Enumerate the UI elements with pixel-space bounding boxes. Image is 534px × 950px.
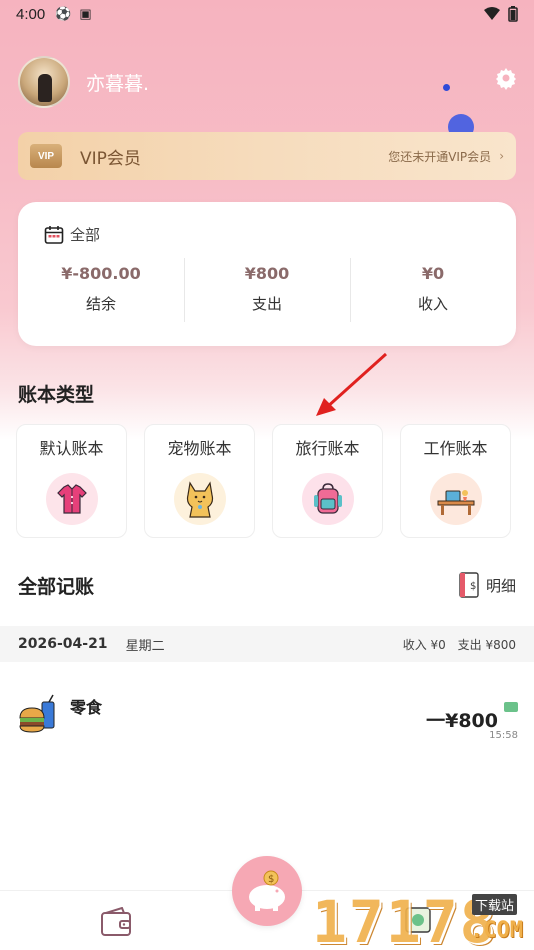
book-type-default[interactable]: 默认账本 — [16, 424, 127, 538]
soccer-ball-icon: ⚽ — [55, 6, 72, 21]
wifi-icon — [484, 7, 500, 20]
profile-section[interactable]: 亦暮暮. — [18, 56, 149, 108]
book-type-list: 默认账本 宠物账本 旅行账本 工作账本 — [16, 424, 512, 538]
watermark-tag: 下载站 — [472, 894, 518, 915]
wallet-icon[interactable] — [100, 907, 132, 937]
record-amount: 一¥800 — [426, 710, 498, 732]
day-income: 收入 ¥0 — [402, 637, 446, 652]
record-time: 15:58 — [489, 730, 518, 741]
vip-subtitle: 您还未开通VIP会员 — [388, 149, 492, 164]
chevron-right-icon: › — [499, 149, 504, 163]
add-record-button[interactable]: $ — [232, 856, 302, 926]
cat-icon — [173, 473, 226, 525]
svg-text:$: $ — [470, 581, 476, 592]
piggy-bank-icon: $ — [249, 870, 285, 911]
balance-stat: ¥-800.00 结余 — [18, 258, 184, 324]
status-time: 4:00 — [16, 5, 46, 23]
expense-label: 支出 — [251, 295, 282, 313]
balance-label: 结余 — [85, 295, 116, 313]
backpack-icon — [301, 473, 354, 525]
book-types-title: 账本类型 — [18, 384, 95, 406]
book-type-pet[interactable]: 宠物账本 — [144, 424, 255, 538]
vip-title: VIP会员 — [80, 148, 141, 169]
expense-amount: ¥800 — [244, 264, 290, 283]
period-selector[interactable]: 全部 — [44, 224, 100, 245]
day-header: 2026-04-21 星期二 收入 ¥0 支出 ¥800 — [0, 626, 534, 662]
book-type-travel[interactable]: 旅行账本 — [272, 424, 383, 538]
watermark-logo: 17178 — [312, 888, 497, 950]
record-date: 2026-04-21 — [18, 636, 108, 652]
shirt-icon — [45, 473, 98, 525]
vip-crown-icon: VIP — [30, 144, 62, 168]
expense-stat: ¥800 支出 — [184, 258, 350, 324]
watermark-domain: .COM — [470, 918, 523, 943]
calendar-icon — [44, 225, 64, 244]
battery-icon — [508, 6, 518, 22]
avatar[interactable] — [18, 56, 70, 108]
svg-text:$: $ — [268, 874, 274, 885]
desk-icon — [429, 473, 482, 525]
snack-icon — [19, 694, 55, 733]
day-expense: 支出 ¥800 — [457, 637, 516, 652]
book-type-label: 宠物账本 — [167, 439, 232, 458]
book-type-label: 工作账本 — [423, 439, 488, 458]
record-category: 零食 — [70, 698, 103, 717]
decorative-dot — [443, 84, 450, 91]
status-bar: 4:00 ⚽ ▣ — [0, 0, 534, 28]
username: 亦暮暮. — [86, 72, 150, 95]
list-item[interactable]: 零食 一¥800 15:58 — [18, 690, 518, 746]
annotation-arrow-icon — [316, 352, 388, 416]
income-amount: ¥0 — [421, 264, 445, 283]
income-label: 收入 — [417, 295, 448, 313]
period-label: 全部 — [70, 226, 101, 244]
income-stat: ¥0 收入 — [350, 258, 516, 324]
book-type-label: 默认账本 — [39, 439, 104, 458]
settings-gear-icon[interactable] — [494, 66, 518, 90]
detail-label: 明细 — [486, 576, 517, 595]
book-type-work[interactable]: 工作账本 — [400, 424, 511, 538]
detail-button[interactable]: $ 明细 — [458, 572, 516, 598]
app-notification-icon: ▣ — [79, 6, 92, 21]
ledger-book-icon: $ — [459, 572, 479, 598]
book-type-label: 旅行账本 — [295, 439, 360, 458]
vip-banner[interactable]: VIP VIP会员 您还未开通VIP会员 › — [18, 132, 516, 180]
record-weekday: 星期二 — [125, 638, 165, 654]
payment-card-icon — [504, 702, 518, 712]
records-title: 全部记账 — [18, 576, 95, 598]
balance-amount: ¥-800.00 — [61, 264, 141, 283]
summary-card: 全部 ¥-800.00 结余 ¥800 支出 ¥0 收入 — [18, 202, 516, 346]
day-summary: 收入 ¥0 支出 ¥800 — [395, 636, 516, 653]
